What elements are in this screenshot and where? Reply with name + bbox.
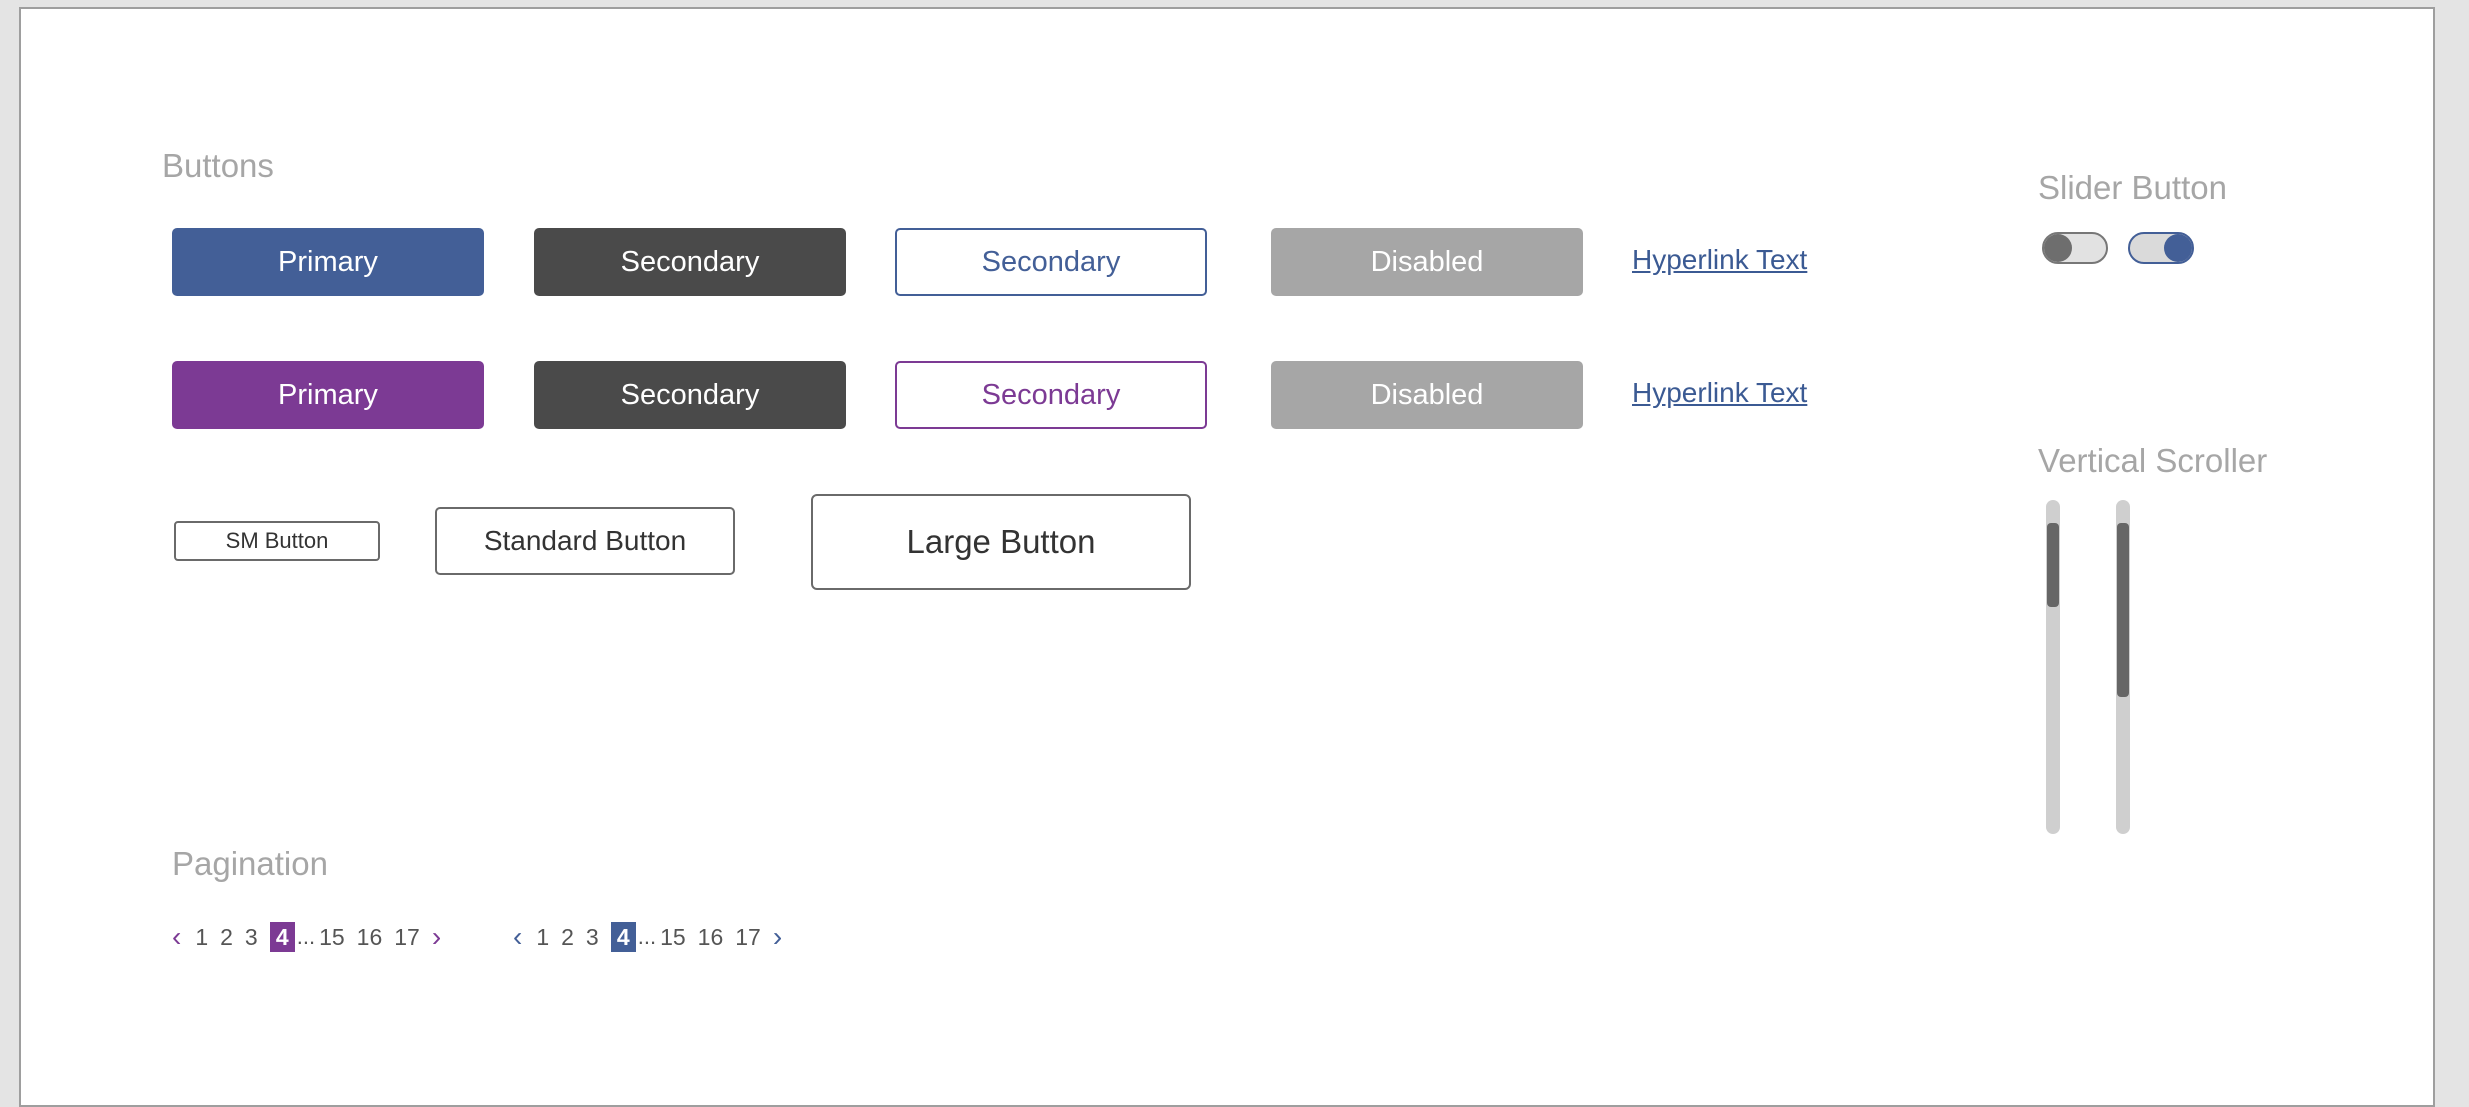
vertical-scrollbar-track[interactable] — [2116, 500, 2130, 834]
current-page[interactable]: 4 — [610, 922, 636, 952]
vertical-scrollbar-thumb[interactable] — [2117, 523, 2129, 698]
chevron-left-icon[interactable]: ‹ — [513, 922, 522, 952]
pagination: ‹ 1 2 3 4 ... 15 16 17 › — [513, 922, 796, 952]
disabled-button: Disabled — [1271, 228, 1583, 296]
page-1[interactable]: 1 — [536, 922, 549, 952]
page-1[interactable]: 1 — [195, 922, 208, 952]
page-15[interactable]: 15 — [319, 922, 345, 952]
pagination: ‹ 1 2 3 4 ... 15 16 17 › — [172, 922, 455, 952]
scroller-section-title: Vertical Scroller — [2038, 442, 2268, 479]
page-16[interactable]: 16 — [698, 922, 724, 952]
buttons-section-title: Buttons — [162, 147, 274, 184]
pagination-section-title: Pagination — [172, 845, 328, 882]
chevron-left-icon[interactable]: ‹ — [172, 922, 181, 952]
chevron-right-icon[interactable]: › — [773, 922, 782, 952]
secondary-filled-button[interactable]: Secondary — [534, 228, 846, 296]
page-3[interactable]: 3 — [245, 922, 258, 952]
page-15[interactable]: 15 — [660, 922, 686, 952]
small-button[interactable]: SM Button — [174, 521, 380, 561]
toggle-knob — [2164, 234, 2192, 262]
style-guide-page: Buttons Primary Secondary Secondary Disa… — [19, 7, 2435, 1107]
current-page[interactable]: 4 — [269, 922, 295, 952]
page-2[interactable]: 2 — [220, 922, 233, 952]
pagination-ellipsis: ... — [637, 924, 657, 949]
primary-button-blue[interactable]: Primary — [172, 228, 484, 296]
large-button[interactable]: Large Button — [811, 494, 1191, 590]
vertical-scrollbar-track[interactable] — [2046, 500, 2060, 834]
secondary-filled-button-2[interactable]: Secondary — [534, 361, 846, 429]
secondary-outline-button-purple[interactable]: Secondary — [895, 361, 1207, 429]
hyperlink-text-blue[interactable]: Hyperlink Text — [1632, 244, 1807, 276]
toggle-switch-on[interactable] — [2128, 232, 2194, 264]
primary-button-purple[interactable]: Primary — [172, 361, 484, 429]
vertical-scrollbar-thumb[interactable] — [2047, 523, 2059, 607]
secondary-outline-button-blue[interactable]: Secondary — [895, 228, 1207, 296]
standard-button[interactable]: Standard Button — [435, 507, 735, 575]
page-3[interactable]: 3 — [586, 922, 599, 952]
hyperlink-text-blue-2[interactable]: Hyperlink Text — [1632, 377, 1807, 409]
page-2[interactable]: 2 — [561, 922, 574, 952]
toggle-knob — [2044, 234, 2072, 262]
slider-section-title: Slider Button — [2038, 169, 2227, 206]
page-17[interactable]: 17 — [394, 922, 420, 952]
page-16[interactable]: 16 — [357, 922, 383, 952]
page-17[interactable]: 17 — [735, 922, 761, 952]
pagination-ellipsis: ... — [296, 924, 316, 949]
toggle-switch-off[interactable] — [2042, 232, 2108, 264]
disabled-button-2: Disabled — [1271, 361, 1583, 429]
chevron-right-icon[interactable]: › — [432, 922, 441, 952]
